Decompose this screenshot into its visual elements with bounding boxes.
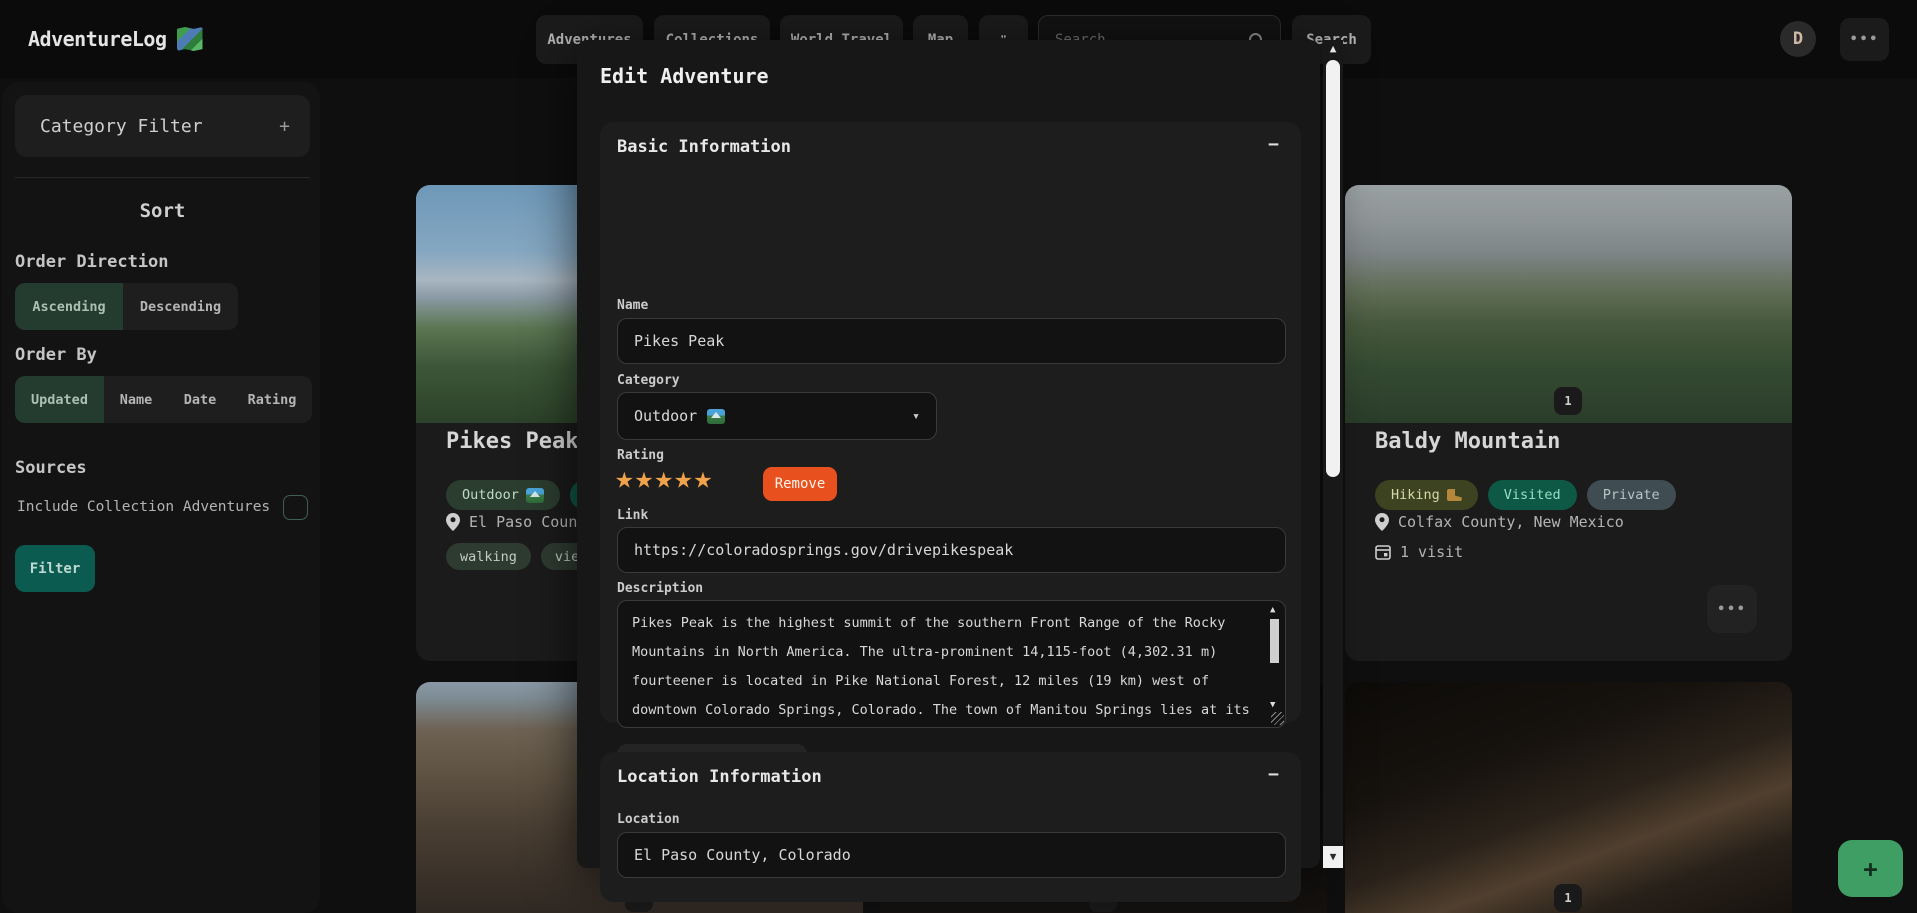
- sort-heading: Sort: [15, 200, 310, 222]
- category-badge: Hiking: [1375, 480, 1478, 510]
- section-title: Location Information: [617, 767, 822, 787]
- sidebar-divider: [15, 177, 310, 178]
- user-avatar[interactable]: D: [1780, 21, 1816, 57]
- map-pin-icon: [446, 513, 460, 531]
- modal-scrollbar-thumb[interactable]: [1326, 60, 1340, 477]
- category-badge: Outdoor: [446, 480, 560, 510]
- category-label: Category: [617, 373, 680, 388]
- plus-icon: +: [279, 116, 310, 137]
- plus-icon: +: [1863, 855, 1877, 883]
- section-title: Basic Information: [617, 137, 791, 157]
- textarea-scroll-up-icon[interactable]: ▲: [1270, 605, 1275, 615]
- category-filter-label: Category Filter: [15, 116, 279, 137]
- description-label: Description: [617, 581, 703, 596]
- name-input[interactable]: Pikes Peak: [617, 318, 1286, 364]
- textarea-scroll-down-icon[interactable]: ▼: [1270, 700, 1275, 710]
- filter-button[interactable]: Filter: [15, 545, 95, 592]
- adventure-card-baldy-mountain[interactable]: 1 Baldy Mountain Hiking Visited Private …: [1345, 185, 1792, 661]
- order-by-name[interactable]: Name: [104, 376, 168, 423]
- collapse-icon[interactable]: −: [1268, 764, 1279, 785]
- app-title: AdventureLog: [28, 27, 167, 51]
- ellipsis-icon: •••: [1717, 602, 1746, 617]
- order-direction-descending[interactable]: Descending: [123, 283, 238, 330]
- chevron-down-icon: ▾: [912, 409, 920, 424]
- adventure-card-dunes[interactable]: 1: [1345, 682, 1792, 913]
- national-park-icon: [707, 409, 725, 424]
- card-title: Pikes Peak: [446, 429, 578, 454]
- include-collection-label: Include Collection Adventures: [17, 499, 270, 515]
- sources-label: Sources: [15, 458, 87, 478]
- order-by-rating[interactable]: Rating: [232, 376, 312, 423]
- add-adventure-fab[interactable]: +: [1838, 840, 1903, 897]
- category-filter-toggle[interactable]: Category Filter +: [15, 95, 310, 157]
- include-collection-checkbox[interactable]: [283, 495, 308, 520]
- location-label: Location: [617, 812, 680, 827]
- card-menu-button[interactable]: •••: [1707, 585, 1757, 633]
- image-count-badge: 1: [1554, 884, 1582, 912]
- rating-stars[interactable]: ★★★★★: [615, 463, 713, 493]
- order-by-date[interactable]: Date: [168, 376, 232, 423]
- visits-row: 1 visit: [1375, 543, 1463, 561]
- category-select[interactable]: Outdoor ▾: [617, 392, 937, 440]
- national-park-icon: [526, 488, 544, 503]
- hiking-boot-icon: [1447, 489, 1462, 501]
- adventure-photo: [1345, 682, 1792, 913]
- adventurelog-page: Pikes Peak Outdoor Planned El Paso Count…: [0, 0, 1917, 913]
- map-logo-icon: [177, 27, 203, 51]
- ellipsis-icon: •••: [1850, 32, 1879, 47]
- remove-rating-button[interactable]: Remove: [763, 467, 837, 501]
- image-count-badge: 1: [1554, 387, 1582, 415]
- description-textarea[interactable]: Pikes Peak is the highest summit of the …: [617, 600, 1286, 728]
- order-direction-ascending[interactable]: Ascending: [15, 283, 123, 330]
- scroll-up-icon[interactable]: ▲: [1323, 42, 1343, 55]
- textarea-scrollbar-thumb[interactable]: [1270, 619, 1279, 663]
- basic-information-section: Basic Information − Name Pikes Peak Cate…: [600, 122, 1301, 723]
- category-value: Outdoor: [634, 407, 697, 425]
- collapse-icon[interactable]: −: [1268, 134, 1279, 155]
- link-label: Link: [617, 508, 648, 523]
- modal-title: Edit Adventure: [600, 64, 769, 88]
- navbar-more-button[interactable]: •••: [1840, 18, 1889, 61]
- link-input[interactable]: https://coloradosprings.gov/drivepikespe…: [617, 527, 1286, 573]
- location-row: Colfax County, New Mexico: [1375, 513, 1624, 531]
- scroll-down-icon[interactable]: ▼: [1323, 846, 1343, 868]
- status-badge: Visited: [1488, 480, 1577, 510]
- app-logo[interactable]: AdventureLog: [28, 0, 203, 78]
- textarea-resize-handle[interactable]: [1271, 712, 1284, 725]
- order-by-label: Order By: [15, 345, 97, 365]
- name-label: Name: [617, 298, 648, 313]
- map-pin-icon: [1375, 513, 1389, 531]
- location-input[interactable]: El Paso County, Colorado: [617, 832, 1286, 878]
- privacy-badge: Private: [1587, 480, 1676, 510]
- order-by-updated[interactable]: Updated: [15, 376, 104, 423]
- tag-chip: walking: [446, 543, 531, 570]
- location-information-section: Location Information − Location El Paso …: [600, 752, 1301, 902]
- calendar-icon: [1375, 544, 1391, 560]
- card-title: Baldy Mountain: [1375, 429, 1560, 454]
- order-direction-label: Order Direction: [15, 252, 169, 272]
